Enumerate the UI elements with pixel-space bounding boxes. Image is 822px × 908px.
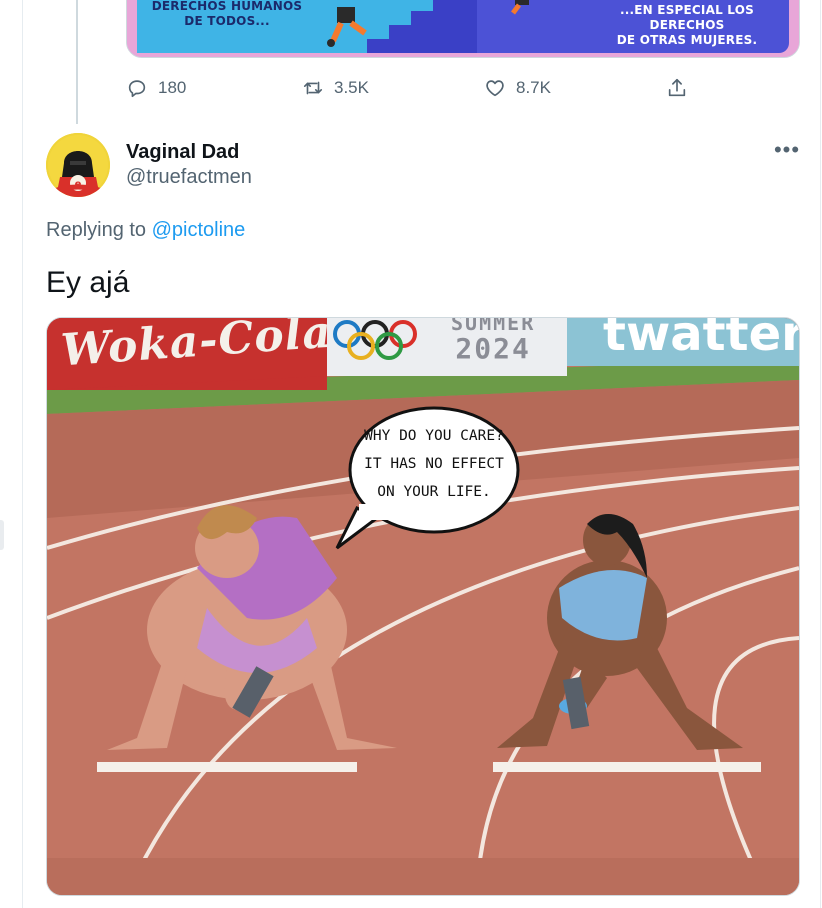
speech-line: WHY DO YOU CARE? (364, 428, 504, 444)
tweet-actions: 180 3.5K 8.7K (126, 74, 806, 102)
like-count: 8.7K (516, 78, 551, 97)
reply-icon (128, 80, 146, 98)
tweet-thread-page: DERECHOS HUMANOS DE TODOS... ...EN ESPEC… (0, 0, 822, 908)
tweet-author: Vaginal Dad @truefactmen (126, 140, 252, 190)
side-scroll-tab (0, 520, 4, 550)
speech-bubble-text: WHY DO YOU CARE? IT HAS NO EFFECT ON YOU… (353, 412, 515, 512)
column-border-left (22, 0, 23, 908)
speech-line: ON YOUR LIFE. (377, 484, 491, 500)
retweet-count: 3.5K (334, 78, 369, 97)
reply-button[interactable]: 180 (126, 74, 186, 102)
track-cartoon-illustration (47, 318, 799, 895)
user-handle[interactable]: @truefactmen (126, 164, 252, 190)
previous-tweet-image[interactable]: DERECHOS HUMANOS DE TODOS... ...EN ESPEC… (126, 0, 800, 58)
share-icon (668, 78, 686, 97)
replying-to: Replying to @pictoline (46, 219, 245, 242)
banner-year: 2024 (455, 332, 531, 365)
more-options-button[interactable]: ••• (772, 137, 802, 164)
banner-summer-2024: SUMMER 2024 (451, 318, 535, 365)
speech-line: IT HAS NO EFFECT (364, 456, 504, 472)
like-button[interactable]: 8.7K (484, 74, 551, 102)
tweet-text: Ey ajá (46, 266, 130, 299)
reply-count: 180 (158, 78, 187, 97)
more-icon: ••• (773, 137, 801, 162)
previous-image-caption-right: ...EN ESPECIAL LOS DERECHOS DE OTRAS MUJ… (616, 3, 758, 47)
retweet-icon (303, 81, 323, 95)
thread-connector-line (76, 0, 78, 124)
replying-mention-link[interactable]: @pictoline (152, 219, 246, 241)
share-button[interactable] (666, 74, 688, 102)
replying-prefix: Replying to (46, 219, 147, 241)
previous-image-caption-left: DERECHOS HUMANOS DE TODOS... (151, 0, 303, 28)
avatar[interactable]: e (46, 133, 110, 197)
darth-vader-avatar-icon: e (46, 133, 110, 197)
retweet-button[interactable]: 3.5K (302, 74, 369, 102)
heart-icon (486, 80, 504, 97)
display-name[interactable]: Vaginal Dad (126, 140, 252, 164)
banner-twatter: twatter (603, 317, 800, 362)
tweet-image[interactable]: Woka-Cola SUMMER 2024 twatter WHY DO YOU… (46, 317, 800, 896)
column-border-right (820, 0, 821, 908)
